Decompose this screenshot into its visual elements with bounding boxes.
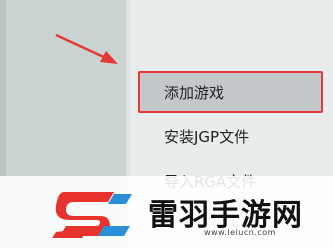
menu-item-label: 添加游戏	[164, 83, 225, 102]
menu-item-add-game[interactable]: 添加游戏	[138, 71, 323, 113]
watermark-url: www.leiucn.com	[204, 228, 276, 237]
site-logo-icon	[52, 192, 132, 238]
menu-item-label: 安装JGP文件	[164, 127, 250, 146]
watermark-banner: 雷羽手游网 www.leiucn.com	[0, 176, 333, 248]
menu-item-install-jgp[interactable]: 安装JGP文件	[140, 115, 325, 157]
